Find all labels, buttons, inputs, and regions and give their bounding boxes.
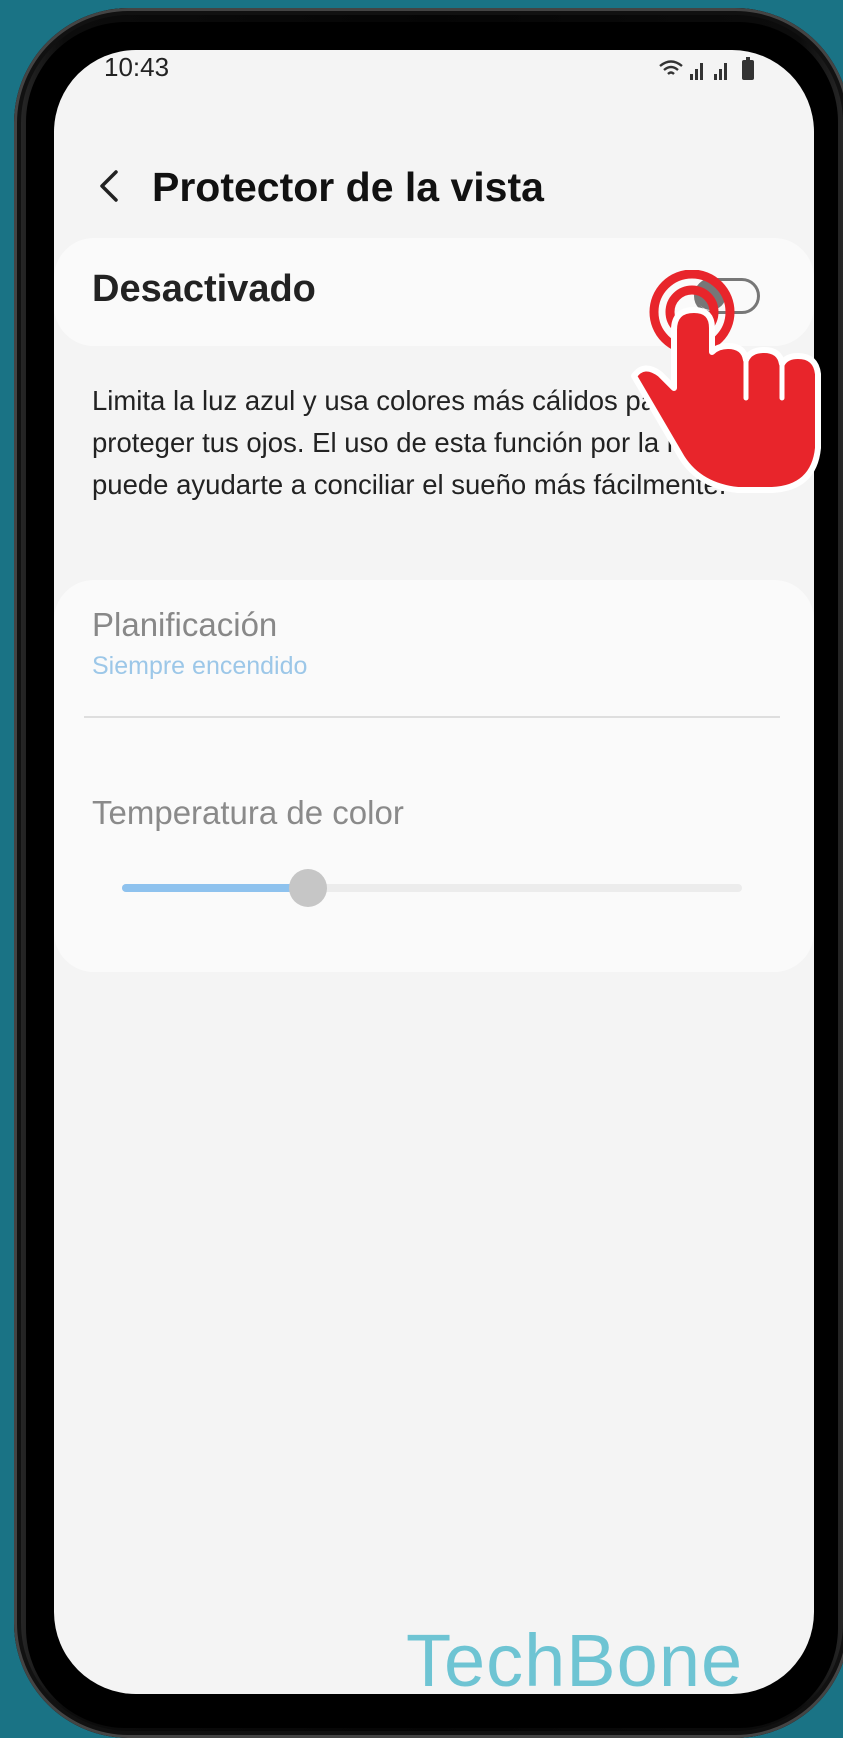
color-temperature-slider[interactable]	[122, 869, 742, 907]
wifi-icon	[659, 60, 683, 75]
divider	[84, 716, 780, 718]
status-time: 10:43	[104, 52, 170, 82]
chevron-left-icon	[100, 170, 118, 202]
signal-icon	[714, 63, 727, 80]
toggle-status-label: Desactivado	[92, 268, 316, 310]
schedule-setting[interactable]: Planificación Siempre encendido	[54, 600, 814, 698]
battery-icon	[742, 57, 754, 80]
slider-handle[interactable]	[289, 869, 327, 907]
page-title: Protector de la vista	[152, 164, 544, 210]
status-icons	[659, 57, 754, 80]
color-temperature-title: Temperatura de color	[92, 794, 404, 831]
tap-hand-icon	[631, 270, 821, 493]
signal-icon	[690, 63, 703, 80]
schedule-title: Planificación	[92, 606, 278, 643]
schedule-value: Siempre encendido	[92, 652, 308, 680]
back-button[interactable]	[82, 158, 138, 214]
slider-fill	[122, 884, 308, 892]
settings-card: Planificación Siempre encendido	[54, 580, 814, 972]
techbone-watermark: TechBone	[406, 1619, 744, 1694]
app-header: Protector de la vista	[54, 150, 814, 230]
